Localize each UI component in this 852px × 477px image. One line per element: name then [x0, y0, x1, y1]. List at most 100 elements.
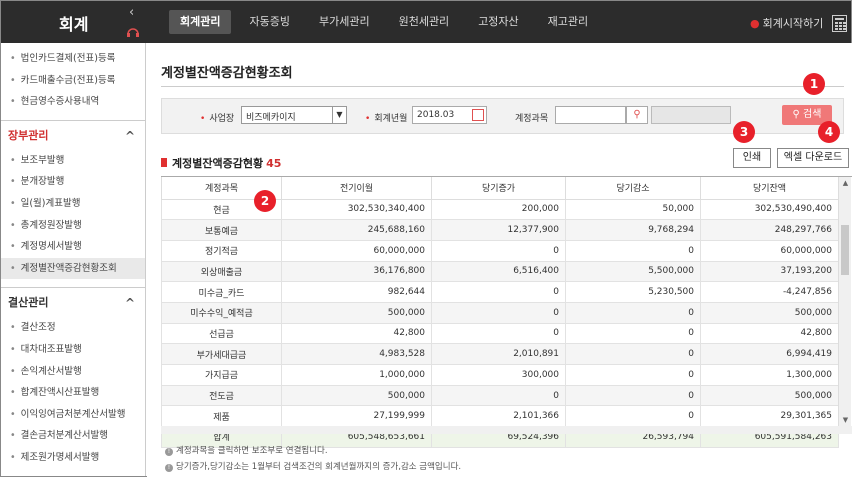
start-accounting-link[interactable]: ● 회계시작하기 — [750, 15, 823, 31]
sidebar-item-deficit[interactable]: • 결손금처분계산서발행 — [1, 425, 145, 447]
table-row[interactable]: 가지급금 1,000,000 300,000 0 1,300,000 — [161, 364, 839, 386]
cell-amount: 245,688,160 — [281, 219, 432, 241]
cell-amount: 0 — [565, 322, 701, 345]
menu-fixed-assets[interactable]: 고정자산 — [467, 10, 529, 34]
cell-amount: 27,199,999 — [281, 405, 432, 428]
sidebar-item-closing-adjust[interactable]: • 결산조정 — [1, 317, 145, 339]
cell-account-name[interactable]: 가지급금 — [161, 364, 282, 386]
calendar-icon[interactable] — [472, 109, 484, 121]
table-row[interactable]: 미수수익_예적금 500,000 0 0 500,000 — [161, 301, 839, 324]
cell-account-name[interactable]: 전도금 — [161, 384, 282, 407]
sidebar-item-corp-card[interactable]: • 법인카드결제(전표)등록 — [1, 48, 145, 70]
brand-area: 회계 ‹ — [1, 1, 146, 43]
sidebar-item-journal[interactable]: • 분개장발행 — [1, 171, 145, 193]
table-row[interactable]: 외상매출금 36,176,800 6,516,400 5,500,000 37,193,… — [161, 260, 839, 283]
cell-amount: 4,983,528 — [281, 343, 432, 365]
horizontal-scrollbar[interactable] — [161, 426, 852, 434]
sidebar-item-retained-earnings[interactable]: • 이익잉여금처분계산서발행 — [1, 404, 145, 426]
excel-download-button[interactable]: 엑셀 다운로드 — [777, 148, 849, 168]
sidebar-item-general-ledger[interactable]: • 총계정원장발행 — [1, 215, 145, 237]
sidebar-item-daily-monthly[interactable]: • 일(월)계표발행 — [1, 193, 145, 215]
sidebar: • 법인카드결제(전표)등록 • 카드매출수금(전표)등록 • 현금영수증사용내역 장… — [1, 43, 146, 476]
cell-amount: 36,176,800 — [281, 260, 432, 283]
table-row[interactable]: 선급금 42,800 0 0 42,800 — [161, 322, 839, 345]
sidebar-item-cash-receipt[interactable]: • 현금영수증사용내역 — [1, 91, 145, 113]
cell-account-name[interactable]: 부가세대급금 — [161, 343, 282, 365]
print-button[interactable]: 인쇄 — [733, 148, 771, 168]
result-count: 45 — [266, 157, 282, 170]
sidebar-section-closing[interactable]: 결산관리 ^ — [1, 287, 145, 317]
sidebar-item-card-sales[interactable]: • 카드매출수금(전표)등록 — [1, 70, 145, 92]
cell-account-name[interactable]: 정기적금 — [161, 239, 282, 262]
menu-inventory-mgmt[interactable]: 재고관리 — [537, 10, 599, 34]
notes: ! 계정과목을 클릭하면 보조부로 연결됩니다. ! 당기증가,당기감소는 1월부터… — [165, 443, 461, 475]
sidebar-item-balance-sheet[interactable]: • 대차대조표발행 — [1, 339, 145, 361]
page-title: 계정별잔액증감현황조회 — [161, 66, 293, 81]
info-icon: ! — [165, 448, 173, 456]
top-menu: 회계관리 자동증빙 부가세관리 원천세관리 고정자산 재고관리 — [169, 10, 606, 34]
table-row[interactable]: 정기적금 60,000,000 0 0 60,000,000 — [161, 239, 839, 262]
vertical-scrollbar[interactable]: ▲ ▼ — [838, 177, 851, 427]
cell-amount: 2,101,366 — [431, 405, 566, 428]
sidebar-section-ledger[interactable]: 장부관리 ^ — [1, 119, 145, 150]
menu-accounting-mgmt[interactable]: 회계관리 — [169, 10, 232, 34]
cell-amount: 300,000 — [431, 364, 566, 386]
scroll-up-icon[interactable]: ▲ — [839, 177, 852, 190]
cell-amount: 5,230,500 — [565, 281, 701, 303]
table-row[interactable]: 전도금 500,000 0 0 500,000 — [161, 384, 839, 407]
cell-amount: 0 — [565, 384, 701, 407]
account-search-icon[interactable]: ⚲ — [626, 106, 648, 124]
business-label: • 사업장 — [200, 114, 235, 124]
menu-auto-evidence[interactable]: 자동증빙 — [238, 10, 300, 34]
scroll-thumb[interactable] — [841, 225, 849, 275]
cell-amount: 500,000 — [281, 301, 432, 324]
business-select[interactable]: 비즈메카이지 ▼ — [241, 106, 347, 124]
dropdown-arrow-icon: ▼ — [332, 107, 346, 123]
table-row[interactable]: 미수금_카드 982,644 0 5,230,500 -4,247,856 — [161, 281, 839, 303]
chevron-up-icon: ^ — [124, 296, 135, 311]
col-header-prev-balance[interactable]: 전기이월 — [281, 177, 432, 200]
col-header-increase[interactable]: 당기증가 — [431, 177, 566, 200]
table-row[interactable]: 제품 27,199,999 2,101,366 0 29,301,365 — [161, 405, 839, 428]
cell-amount: 42,800 — [281, 322, 432, 345]
menu-withholding-mgmt[interactable]: 원천세관리 — [388, 10, 461, 34]
cell-amount: 0 — [431, 281, 566, 303]
table-row[interactable]: 보통예금 245,688,160 12,377,900 9,768,294 248,29… — [161, 219, 839, 241]
cell-amount: 1,300,000 — [700, 364, 839, 386]
callout-badge-2: 2 — [254, 190, 276, 212]
callout-badge-4: 4 — [818, 121, 840, 143]
note-item: ! 당기증가,당기감소는 1월부터 검색조건의 회계년월까지의 증가,감소 금액입… — [165, 459, 461, 475]
cell-account-name[interactable]: 미수금_카드 — [161, 281, 282, 303]
sidebar-item-account-detail[interactable]: • 계정명세서발행 — [1, 236, 145, 258]
cell-amount: 6,994,419 — [700, 343, 839, 365]
cell-amount: 50,000 — [565, 198, 701, 221]
col-header-balance[interactable]: 당기잔액 — [700, 177, 839, 200]
list-title: 계정별잔액증감현황 45 — [161, 155, 281, 171]
collapse-sidebar-icon[interactable]: ‹ — [129, 5, 134, 20]
cell-account-name[interactable]: 보통예금 — [161, 219, 282, 241]
chevron-up-icon: ^ — [124, 128, 135, 143]
cell-account-name[interactable]: 제품 — [161, 405, 282, 428]
sidebar-item-trial-balance[interactable]: • 합계잔액시산표발행 — [1, 382, 145, 404]
sidebar-item-balance-change[interactable]: • 계정별잔액증감현황조회 — [1, 257, 145, 280]
headset-icon[interactable] — [126, 26, 140, 38]
sidebar-item-income-statement[interactable]: • 손익계산서발행 — [1, 361, 145, 383]
cell-account-name[interactable]: 선급금 — [161, 322, 282, 345]
account-input[interactable] — [555, 106, 626, 124]
data-table-container: 계정과목 전기이월 당기증가 당기감소 당기잔액 현금 302,530,340,4… — [161, 176, 852, 448]
cell-amount: 500,000 — [700, 301, 839, 324]
cell-account-name[interactable]: 외상매출금 — [161, 260, 282, 283]
cell-amount: 0 — [565, 343, 701, 365]
cell-amount: 982,644 — [281, 281, 432, 303]
cell-amount: 42,800 — [700, 322, 839, 345]
sidebar-item-cost-statement[interactable]: • 제조원가명세서발행 — [1, 447, 145, 469]
menu-vat-mgmt[interactable]: 부가세관리 — [308, 10, 381, 34]
cell-account-name[interactable]: 미수수익_예적금 — [161, 301, 282, 324]
cell-amount: 500,000 — [700, 384, 839, 407]
sidebar-item-sub-ledger[interactable]: • 보조부발행 — [1, 150, 145, 172]
table-row[interactable]: 부가세대급금 4,983,528 2,010,891 0 6,994,419 — [161, 343, 839, 365]
cell-amount: 12,377,900 — [431, 219, 566, 241]
year-month-input[interactable]: 2018.03 — [412, 106, 487, 124]
calculator-icon[interactable] — [832, 15, 847, 32]
col-header-decrease[interactable]: 당기감소 — [565, 177, 701, 200]
